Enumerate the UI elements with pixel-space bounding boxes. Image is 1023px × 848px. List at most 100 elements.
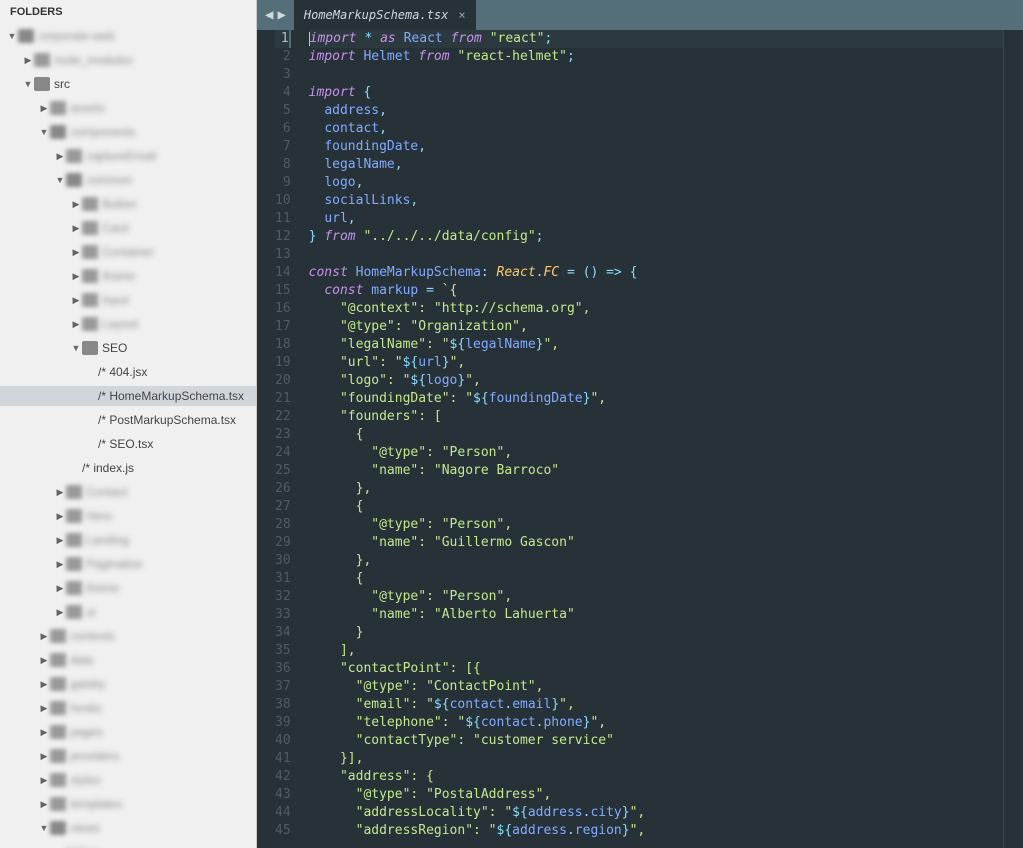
code-line[interactable]: "addressRegion": "${address.region}", [309, 822, 1003, 840]
line-number[interactable]: 2 [275, 48, 291, 66]
code-line[interactable]: "@type": "Organization", [309, 318, 1003, 336]
line-number[interactable]: 3 [275, 66, 291, 84]
line-number[interactable]: 6 [275, 120, 291, 138]
line-number[interactable]: 42 [275, 768, 291, 786]
folder-item[interactable]: ▶node_modules [0, 50, 256, 70]
folder-item[interactable]: ▶Input [0, 290, 256, 310]
line-number[interactable]: 10 [275, 192, 291, 210]
chevron-right-icon[interactable]: ▶ [54, 559, 66, 570]
line-number[interactable]: 16 [275, 300, 291, 318]
folder-item[interactable]: ▶templates [0, 794, 256, 814]
code-line[interactable]: import Helmet from "react-helmet"; [309, 48, 1003, 66]
folder-item[interactable]: ▶Button [0, 194, 256, 214]
chevron-right-icon[interactable]: ▶ [70, 247, 82, 258]
folder-item[interactable]: ▼src [0, 74, 256, 94]
folder-item[interactable]: ▶Landing [0, 530, 256, 550]
tab-close-icon[interactable]: × [458, 8, 465, 22]
code-line[interactable]: } [309, 624, 1003, 642]
code-line[interactable]: }, [309, 552, 1003, 570]
line-number[interactable]: 26 [275, 480, 291, 498]
code-line[interactable]: "name": "Alberto Lahuerta" [309, 606, 1003, 624]
chevron-right-icon[interactable]: ▶ [38, 751, 50, 762]
code-line[interactable]: logo, [309, 174, 1003, 192]
chevron-right-icon[interactable]: ▶ [70, 319, 82, 330]
folder-item[interactable]: ▶iframe [0, 266, 256, 286]
line-number[interactable]: 39 [275, 714, 291, 732]
chevron-right-icon[interactable]: ▶ [38, 631, 50, 642]
line-number[interactable]: 44 [275, 804, 291, 822]
code-line[interactable]: const HomeMarkupSchema: React.FC = () =>… [309, 264, 1003, 282]
code-line[interactable] [309, 66, 1003, 84]
chevron-down-icon[interactable]: ▼ [54, 175, 66, 185]
line-number[interactable]: 15 [275, 282, 291, 300]
code-line[interactable]: }], [309, 750, 1003, 768]
folder-item[interactable]: ▶captureEmail [0, 146, 256, 166]
nav-back-icon[interactable]: ◀ [265, 7, 273, 23]
code-line[interactable]: "name": "Nagore Barroco" [309, 462, 1003, 480]
folder-item[interactable]: ▶styles [0, 770, 256, 790]
line-number[interactable]: 9 [275, 174, 291, 192]
folder-item[interactable]: ▶data [0, 650, 256, 670]
code-line[interactable]: import * as React from "react"; [309, 30, 1003, 48]
line-number[interactable]: 43 [275, 786, 291, 804]
chevron-down-icon[interactable]: ▼ [22, 79, 34, 89]
code-line[interactable]: url, [309, 210, 1003, 228]
folder-item[interactable]: ▶contexts [0, 626, 256, 646]
code-line[interactable]: "@type": "ContactPoint", [309, 678, 1003, 696]
code-line[interactable]: foundingDate, [309, 138, 1003, 156]
line-number[interactable]: 20 [275, 372, 291, 390]
code-line[interactable]: "name": "Guillermo Gascon" [309, 534, 1003, 552]
line-number[interactable]: 38 [275, 696, 291, 714]
code-line[interactable]: const markup = `{ [309, 282, 1003, 300]
code-line[interactable]: { [309, 426, 1003, 444]
folder-item[interactable]: ▶Card [0, 218, 256, 238]
chevron-right-icon[interactable]: ▶ [70, 199, 82, 210]
file-item[interactable]: /* 404.jsx [0, 362, 256, 382]
chevron-right-icon[interactable]: ▶ [38, 799, 50, 810]
chevron-right-icon[interactable]: ▶ [54, 607, 66, 618]
folder-item[interactable]: ▶Layout [0, 314, 256, 334]
chevron-right-icon[interactable]: ▶ [54, 511, 66, 522]
code-line[interactable]: legalName, [309, 156, 1003, 174]
chevron-right-icon[interactable]: ▶ [38, 103, 50, 114]
folder-item[interactable]: ▶pages [0, 722, 256, 742]
code-line[interactable]: address, [309, 102, 1003, 120]
chevron-right-icon[interactable]: ▶ [38, 679, 50, 690]
code-line[interactable]: ], [309, 642, 1003, 660]
code-line[interactable]: import { [309, 84, 1003, 102]
line-number[interactable]: 12 [275, 228, 291, 246]
minimap[interactable] [1003, 30, 1023, 848]
folder-item[interactable]: ▶assets [0, 98, 256, 118]
folder-item[interactable]: ▶Hero [0, 506, 256, 526]
folder-item[interactable]: ▶Container [0, 242, 256, 262]
code-line[interactable]: "founders": [ [309, 408, 1003, 426]
code-line[interactable]: "@type": "PostalAddress", [309, 786, 1003, 804]
chevron-down-icon[interactable]: ▼ [38, 127, 50, 137]
line-number[interactable]: 24 [275, 444, 291, 462]
line-number[interactable]: 31 [275, 570, 291, 588]
line-number[interactable]: 30 [275, 552, 291, 570]
line-number[interactable]: 41 [275, 750, 291, 768]
code-line[interactable]: "@type": "Person", [309, 588, 1003, 606]
folder-item[interactable]: ▶theme [0, 578, 256, 598]
code-line[interactable]: "contactType": "customer service" [309, 732, 1003, 750]
folder-item[interactable]: ▼components [0, 122, 256, 142]
folder-item[interactable]: ▶hooks [0, 698, 256, 718]
folder-item[interactable]: ▼views [0, 818, 256, 838]
folder-item[interactable]: ▶gatsby [0, 674, 256, 694]
line-number[interactable]: 11 [275, 210, 291, 228]
folder-item[interactable]: ▶ui [0, 602, 256, 622]
code-line[interactable]: { [309, 570, 1003, 588]
chevron-right-icon[interactable]: ▶ [54, 535, 66, 546]
chevron-right-icon[interactable]: ▶ [38, 775, 50, 786]
chevron-right-icon[interactable]: ▶ [70, 223, 82, 234]
file-tab[interactable]: HomeMarkupSchema.tsx × [294, 0, 476, 30]
line-number[interactable]: 34 [275, 624, 291, 642]
chevron-right-icon[interactable]: ▶ [54, 487, 66, 498]
line-number[interactable]: 17 [275, 318, 291, 336]
line-number[interactable]: 14 [275, 264, 291, 282]
file-item[interactable]: /* SEO.tsx [0, 434, 256, 454]
line-number[interactable]: 29 [275, 534, 291, 552]
line-number[interactable]: 28 [275, 516, 291, 534]
code-line[interactable]: "legalName": "${legalName}", [309, 336, 1003, 354]
